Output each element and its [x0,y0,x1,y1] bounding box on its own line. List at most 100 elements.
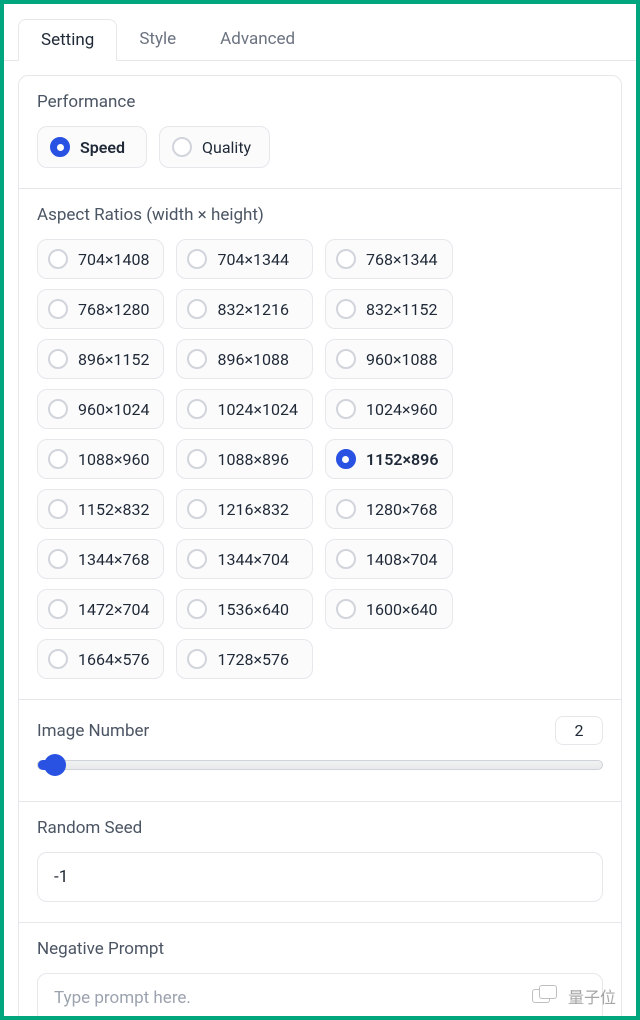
radio-icon [50,137,70,157]
radio-label: 1152×832 [78,500,149,519]
aspect-option[interactable]: 960×1088 [325,339,453,379]
radio-icon [172,137,192,157]
radio-icon [48,349,68,369]
radio-label: Quality [202,138,251,157]
radio-icon [48,499,68,519]
radio-label: 1088×896 [217,450,288,469]
aspect-option[interactable]: 1536×640 [176,589,312,629]
radio-icon [187,349,207,369]
radio-icon [48,249,68,269]
tab-advanced[interactable]: Advanced [198,19,317,61]
radio-label: 1664×576 [78,650,149,669]
aspect-option[interactable]: 1280×768 [325,489,453,529]
aspect-option[interactable]: 1088×960 [37,439,164,479]
radio-label: 832×1216 [217,300,288,319]
watermark: 量子位 [532,984,616,1008]
radio-icon [187,249,207,269]
aspect-option[interactable]: 1344×704 [176,539,312,579]
image-number-section: Image Number 2 [19,700,621,802]
radio-icon [336,399,356,419]
radio-icon [187,499,207,519]
aspect-option[interactable]: 1152×832 [37,489,164,529]
radio-icon [336,499,356,519]
aspect-option[interactable]: 1408×704 [325,539,453,579]
aspect-option[interactable]: 896×1088 [176,339,312,379]
performance-section: Performance Speed Quality [19,76,621,189]
radio-icon [48,549,68,569]
aspect-option[interactable]: 1024×960 [325,389,453,429]
negative-prompt-section: Negative Prompt [19,923,621,1020]
radio-label: 704×1344 [217,250,288,269]
negative-prompt-input[interactable] [37,973,603,1020]
radio-label: 896×1088 [217,350,288,369]
radio-icon [187,599,207,619]
radio-icon [336,349,356,369]
aspect-option[interactable]: 832×1216 [176,289,312,329]
radio-label: 1088×960 [78,450,149,469]
aspect-options-grid: 704×1408 704×1344 768×1344 768×1280 832×1216… [37,239,603,679]
radio-icon [336,599,356,619]
radio-label: 1216×832 [217,500,288,519]
aspect-option[interactable]: 1728×576 [176,639,312,679]
radio-label: 1600×640 [366,600,437,619]
aspect-option[interactable]: 1216×832 [176,489,312,529]
tab-style[interactable]: Style [117,19,198,61]
radio-label: 1472×704 [78,600,149,619]
radio-icon [187,549,207,569]
aspect-option[interactable]: 1472×704 [37,589,164,629]
aspect-option[interactable]: 896×1152 [37,339,164,379]
radio-label: 960×1024 [78,400,149,419]
negative-prompt-title: Negative Prompt [37,939,603,959]
aspect-option[interactable]: 832×1152 [325,289,453,329]
random-seed-input[interactable] [37,852,603,902]
radio-label: 1024×960 [366,400,437,419]
radio-icon [48,299,68,319]
tab-setting[interactable]: Setting [18,19,117,61]
radio-icon [336,549,356,569]
random-seed-section: Random Seed [19,802,621,923]
settings-panel: Performance Speed Quality Aspect Ratios (… [18,75,622,1020]
tabs-bar: Setting Style Advanced [4,4,636,61]
performance-option-quality[interactable]: Quality [159,126,270,168]
radio-label: 1280×768 [366,500,437,519]
radio-label: 1344×768 [78,550,149,569]
radio-icon [187,449,207,469]
radio-label: 768×1280 [78,300,149,319]
radio-icon [336,449,356,469]
radio-label: 1536×640 [217,600,288,619]
image-number-slider[interactable] [37,755,603,775]
aspect-option[interactable]: 704×1344 [176,239,312,279]
performance-option-speed[interactable]: Speed [37,126,147,168]
aspect-option[interactable]: 768×1344 [325,239,453,279]
aspect-option[interactable]: 1600×640 [325,589,453,629]
radio-icon [187,399,207,419]
aspect-option[interactable]: 1344×768 [37,539,164,579]
aspect-option[interactable]: 1088×896 [176,439,312,479]
radio-label: 896×1152 [78,350,149,369]
radio-label: 768×1344 [366,250,437,269]
wechat-icon [532,985,558,1007]
image-number-title: Image Number [37,721,149,741]
radio-icon [187,299,207,319]
radio-label: 704×1408 [78,250,149,269]
radio-icon [48,599,68,619]
radio-icon [48,649,68,669]
aspect-option[interactable]: 960×1024 [37,389,164,429]
radio-label: 1728×576 [217,650,288,669]
performance-title: Performance [37,92,603,112]
aspect-section: Aspect Ratios (width × height) 704×14087… [19,189,621,700]
image-number-value[interactable]: 2 [555,716,603,745]
aspect-option[interactable]: 704×1408 [37,239,164,279]
radio-label: 1152×896 [366,450,438,469]
aspect-option[interactable]: 768×1280 [37,289,164,329]
aspect-option[interactable]: 1664×576 [37,639,164,679]
radio-icon [336,249,356,269]
random-seed-title: Random Seed [37,818,603,838]
radio-label: Speed [80,138,125,157]
radio-icon [48,449,68,469]
aspect-option[interactable]: 1152×896 [325,439,453,479]
aspect-option[interactable]: 1024×1024 [176,389,312,429]
aspect-title: Aspect Ratios (width × height) [37,205,603,225]
radio-label: 832×1152 [366,300,437,319]
slider-thumb[interactable] [44,754,66,776]
